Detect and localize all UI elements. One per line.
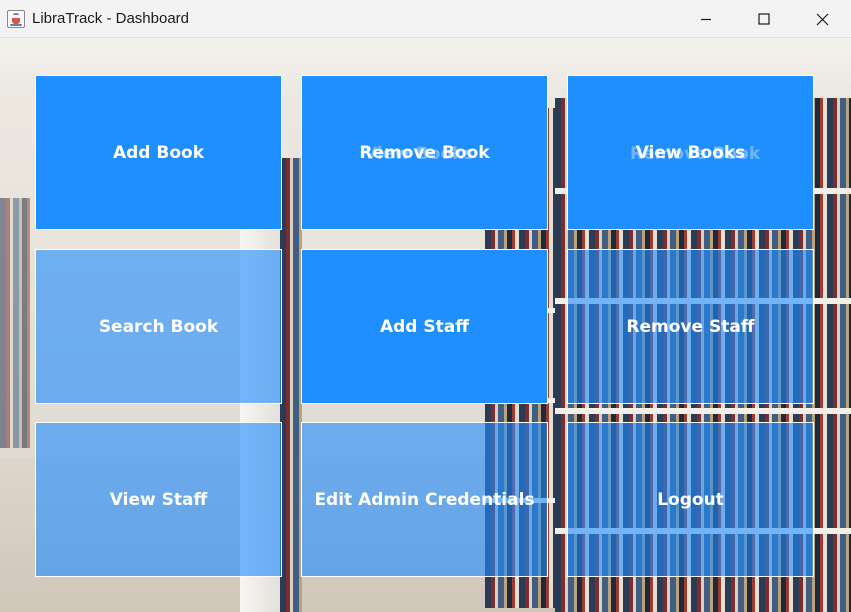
add-book-button[interactable]: Add Book <box>35 75 282 230</box>
view-books-label: View Books <box>635 142 746 163</box>
remove-staff-button[interactable]: Remove Staff <box>567 249 814 404</box>
add-staff-label: Add Staff <box>379 316 470 337</box>
maximize-button[interactable] <box>735 0 793 38</box>
remove-staff-label: Remove Staff <box>626 316 755 337</box>
close-icon <box>816 13 828 25</box>
logout-label: Logout <box>657 489 724 510</box>
logout-button[interactable]: Logout <box>567 422 814 577</box>
edit-admin-credentials-button[interactable]: Edit Admin Credentials <box>301 422 548 577</box>
add-staff-button[interactable]: Add Staff <box>301 249 548 404</box>
java-cup-icon <box>7 10 25 28</box>
close-button[interactable] <box>793 0 851 38</box>
minimize-button[interactable] <box>677 0 735 38</box>
shelf-board <box>555 408 851 414</box>
minimize-icon <box>701 18 711 21</box>
remove-book-button[interactable]: View Books Remove Book <box>301 75 548 230</box>
edit-admin-credentials-label: Edit Admin Credentials <box>314 489 535 510</box>
view-staff-label: View Staff <box>109 489 208 510</box>
search-book-label: Search Book <box>98 316 219 337</box>
view-books-button[interactable]: Remove Book View Books <box>567 75 814 230</box>
bookshelf-left <box>0 198 30 448</box>
add-book-label: Add Book <box>112 142 205 163</box>
remove-book-label: Remove Book <box>359 142 490 163</box>
title-bar[interactable]: LibraTrack - Dashboard <box>0 0 851 38</box>
search-book-button[interactable]: Search Book <box>35 249 282 404</box>
bookshelf-center-left <box>280 158 302 612</box>
view-staff-button[interactable]: View Staff <box>35 422 282 577</box>
maximize-icon <box>758 13 770 25</box>
window-title: LibraTrack - Dashboard <box>32 10 190 27</box>
